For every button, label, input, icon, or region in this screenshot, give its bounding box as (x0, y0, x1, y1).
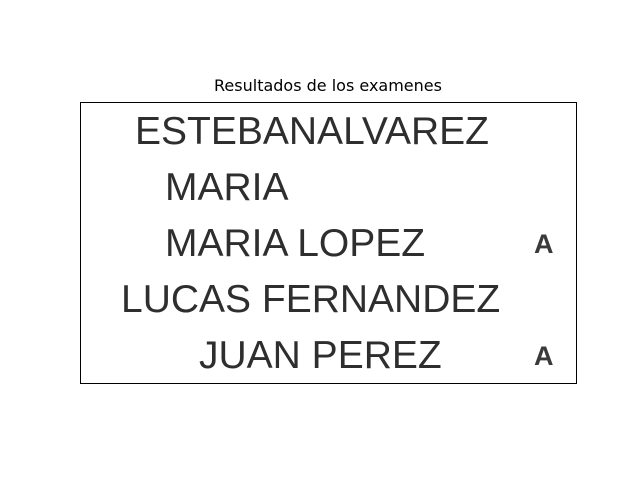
student-name: JUAN PEREZ (199, 334, 442, 377)
student-grade: A (534, 229, 554, 259)
student-name: MARIA (165, 166, 289, 209)
list-item: JUAN PEREZ A (81, 331, 576, 381)
image-panel: ESTEBANALVAREZ MARIA MARIA LOPEZ A LUCAS… (80, 102, 577, 384)
list-item: LUCAS FERNANDEZ (81, 275, 576, 325)
student-name: ESTEBANALVAREZ (135, 110, 489, 153)
student-grade: A (534, 341, 554, 371)
student-name: LUCAS FERNANDEZ (121, 278, 501, 321)
list-item: MARIA (81, 163, 576, 213)
figure-canvas: Resultados de los examenes ESTEBANALVARE… (0, 0, 640, 480)
student-name: MARIA LOPEZ (165, 222, 426, 265)
list-item: ESTEBANALVAREZ (81, 107, 576, 157)
list-item: MARIA LOPEZ A (81, 219, 576, 269)
figure-title: Resultados de los examenes (214, 76, 442, 95)
